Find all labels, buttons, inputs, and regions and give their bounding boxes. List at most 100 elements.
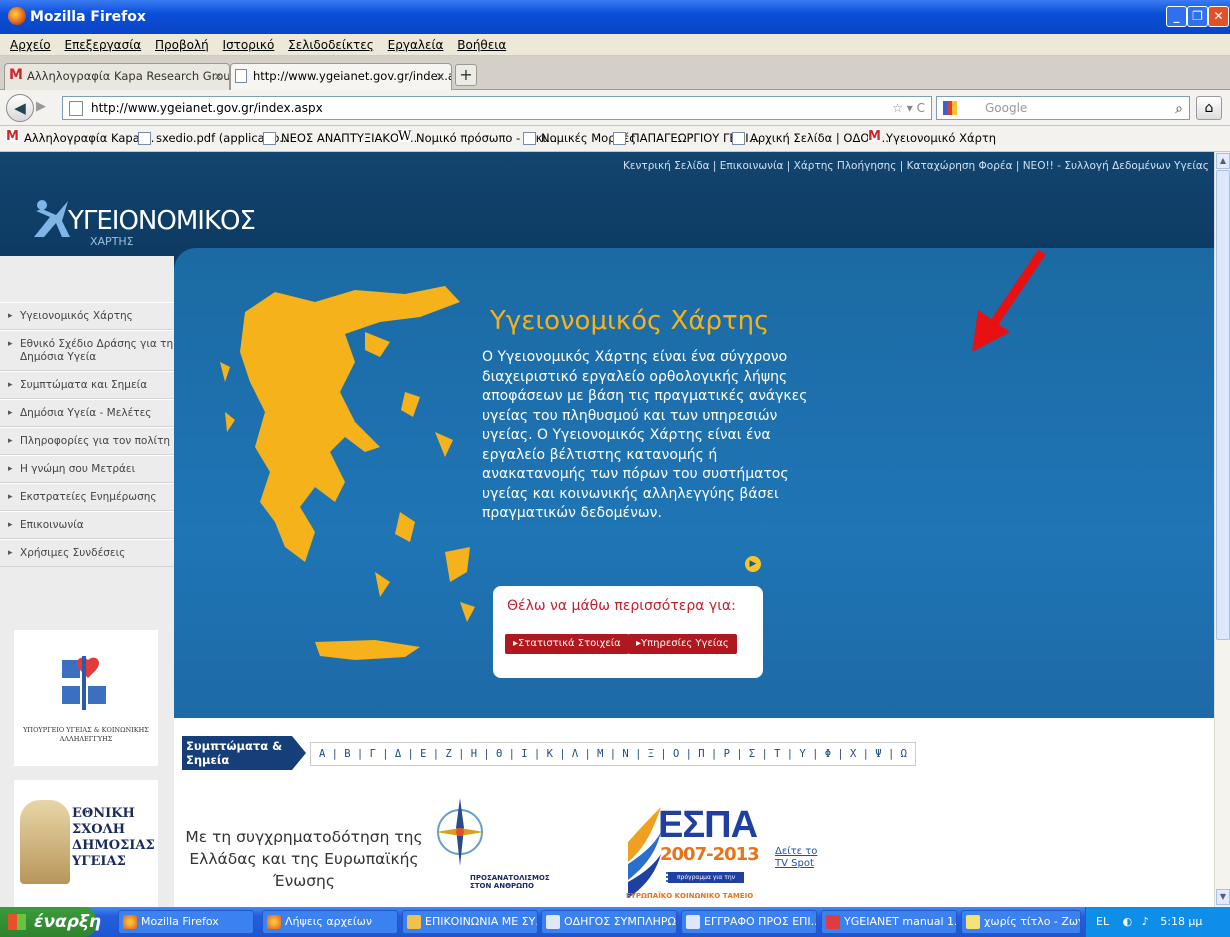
- firefox-icon: [8, 7, 26, 25]
- nav-item-opinion[interactable]: Η γνώμη σου Μετράει: [0, 455, 174, 483]
- clock: 5:18 μμ: [1160, 915, 1203, 928]
- page-icon: [69, 101, 83, 116]
- ministry-name: ΥΠΟΥΡΓΕΙΟ ΥΓΕΙΑΣ & ΚΟΙΝΩΝΙΚΗΣ ΑΛΛΗΛΕΓΓΥΗ…: [23, 726, 149, 743]
- menu-bookmarks[interactable]: Σελιδοδείκτες: [288, 38, 374, 52]
- taskbar-item[interactable]: χωρίς τίτλο - Ζωγρα...: [961, 910, 1081, 934]
- compass-logo-icon[interactable]: [430, 792, 490, 882]
- page-icon: [235, 69, 247, 83]
- page-icon: [523, 132, 536, 145]
- hero-title: Υγειονομικός Χάρτης: [490, 306, 770, 336]
- greece-map-icon[interactable]: [205, 272, 485, 692]
- nav-item-contact[interactable]: Επικοινωνία: [0, 511, 174, 539]
- top-links[interactable]: Κεντρική Σελίδα | Επικοινωνία | Χάρτης Π…: [623, 160, 1209, 172]
- scroll-up-icon[interactable]: ▲: [1216, 153, 1230, 169]
- alphabet-label: Συμπτώματα & Σημεία: [182, 736, 292, 770]
- url-bar[interactable]: http://www.ygeianet.gov.gr/index.aspx ☆ …: [62, 96, 932, 120]
- scroll-thumb[interactable]: [1216, 170, 1230, 640]
- learn-more-title: Θέλω να μάθω περισσότερα για:: [507, 598, 736, 614]
- bookmark-item[interactable]: Αρχική Σελίδα | ΟΔΟΝ...: [732, 131, 889, 145]
- nav-item-studies[interactable]: Δημόσια Υγεία - Μελέτες: [0, 399, 174, 427]
- tab-ygeianet[interactable]: http://www.ygeianet.gov.gr/index.aspx ×: [230, 63, 452, 90]
- espa-note: πρόγραμμα για την ανάπτυξη: [668, 872, 744, 892]
- school-logo[interactable]: ΕΘΝΙΚΗ ΣΧΟΛΗ ΔΗΜΟΣΙΑΣ ΥΓΕΙΑΣ: [14, 780, 158, 907]
- menu-edit[interactable]: Επεξεργασία: [64, 38, 141, 52]
- more-arrow-icon[interactable]: ▶: [745, 556, 761, 572]
- taskbar-item[interactable]: YGEIANET manual 1....: [821, 910, 957, 934]
- start-button[interactable]: έναρξη: [0, 907, 101, 937]
- taskbar-item[interactable]: ΕΠΙΚΟΙΝΩΝΙΑ ΜΕ ΣΥ...: [402, 910, 538, 934]
- site-logo[interactable]: ΥΓΕΙΟΝΟΜΙΚΟΣ: [68, 206, 256, 236]
- bookmark-item[interactable]: M Αλληλογραφία Kapa ...: [6, 129, 154, 145]
- nav-item-action-plan[interactable]: Εθνικό Σχέδιο Δράσης για τη Δημόσια Υγεί…: [0, 330, 174, 371]
- bookmark-item[interactable]: ΝΕΟΣ ΑΝΑΠΤΥΞΙΑΚΟΣ...: [263, 131, 417, 145]
- taskbar-item[interactable]: Mozilla Firefox: [118, 910, 254, 934]
- close-button[interactable]: ✕: [1208, 6, 1229, 27]
- gmail-icon: M: [868, 129, 881, 144]
- menu-view[interactable]: Προβολή: [155, 38, 209, 52]
- tab-bar: M Αλληλογραφία Kapa Research Group - lin…: [0, 56, 1230, 90]
- school-name: ΕΘΝΙΚΗ ΣΧΟΛΗ ΔΗΜΟΣΙΑΣ ΥΓΕΙΑΣ: [72, 806, 155, 869]
- taskbar-item[interactable]: Λήψεις αρχείων: [262, 910, 398, 934]
- menu-history[interactable]: Ιστορικό: [223, 38, 275, 52]
- menu-file[interactable]: Αρχείο: [10, 38, 51, 52]
- taskbar-item-label: Λήψεις αρχείων: [285, 915, 372, 928]
- taskbar-item-label: Mozilla Firefox: [141, 915, 219, 928]
- bookmark-item[interactable]: M Υγειονομικό Χάρτη: [868, 129, 996, 145]
- page-icon: [732, 132, 745, 145]
- search-icon[interactable]: ⌕: [1175, 98, 1183, 120]
- language-indicator[interactable]: EL: [1096, 915, 1109, 928]
- minimize-button[interactable]: _: [1166, 6, 1187, 27]
- statistics-button[interactable]: ▸Στατιστικά Στοιχεία: [505, 634, 629, 654]
- alphabet-arrow: [292, 736, 306, 770]
- taskbar-item-label: χωρίς τίτλο - Ζωγρα...: [984, 915, 1080, 928]
- bookmark-star-icon[interactable]: ☆ ▾ C: [892, 97, 925, 119]
- forward-button[interactable]: ▶: [36, 99, 46, 114]
- search-input[interactable]: Google ⌕: [936, 96, 1190, 120]
- tab-label: Αλληλογραφία Kapa Research Group - lin..…: [27, 69, 230, 83]
- health-services-button[interactable]: ▸Υπηρεσίες Υγείας: [628, 634, 737, 654]
- nav-item-map[interactable]: Υγειονομικός Χάρτης: [0, 302, 174, 330]
- menu-help[interactable]: Βοήθεια: [457, 38, 506, 52]
- gmail-icon: M: [9, 67, 23, 83]
- espa-title: ΕΣΠΑ: [658, 804, 758, 846]
- site-logo-icon: [34, 200, 70, 237]
- tab-label: http://www.ygeianet.gov.gr/index.aspx: [253, 69, 451, 83]
- start-label: έναρξη: [34, 912, 102, 932]
- volume-icon[interactable]: ♪: [1142, 915, 1149, 928]
- menu-bar: Αρχείο Επεξεργασία Προβολή Ιστορικό Σελι…: [0, 34, 1230, 56]
- vertical-scrollbar[interactable]: ▲ ▼: [1214, 152, 1230, 907]
- tab-close-icon[interactable]: ×: [435, 64, 445, 89]
- taskbar-item[interactable]: ΟΔΗΓΟΣ ΣΥΜΠΛΗΡΩ...: [541, 910, 677, 934]
- back-button[interactable]: ◀: [6, 94, 34, 122]
- maximize-button[interactable]: ❐: [1187, 6, 1208, 27]
- page-icon: [263, 132, 276, 145]
- compass-label: ΠΡΟΣΑΝΑΤΟΛΙΣΜΟΣ ΣΤΟΝ ΑΝΘΡΩΠΟ: [470, 874, 550, 890]
- statue-icon: [20, 800, 70, 884]
- search-placeholder: Google: [985, 101, 1028, 115]
- bookmark-label: ΝΕΟΣ ΑΝΑΠΤΥΞΙΑΚΟΣ...: [281, 131, 418, 145]
- firefox-icon: [123, 915, 137, 929]
- nav-item-citizen-info[interactable]: Πληροφορίες για τον πολίτη: [0, 427, 174, 455]
- network-icon[interactable]: ◐: [1123, 915, 1133, 928]
- home-button[interactable]: ⌂: [1196, 96, 1222, 120]
- alphabet-letters[interactable]: Α | Β | Γ | Δ | Ε | Ζ | Η | Θ | Ι | Κ | …: [310, 742, 916, 766]
- tab-close-icon[interactable]: ×: [213, 64, 223, 89]
- new-tab-button[interactable]: +: [455, 64, 477, 86]
- ministry-logo[interactable]: ΥΠΟΥΡΓΕΙΟ ΥΓΕΙΑΣ & ΚΟΙΝΩΝΙΚΗΣ ΑΛΛΗΛΕΓΓΥΗ…: [14, 630, 158, 766]
- taskbar-item[interactable]: ΕΓΓΡΑΦΟ ΠΡΟΣ ΕΠΙ...: [681, 910, 817, 934]
- tv-spot-link[interactable]: Δείτε το TV Spot: [775, 846, 825, 870]
- scroll-down-icon[interactable]: ▼: [1216, 889, 1230, 905]
- firefox-icon: [267, 915, 281, 929]
- nav-item-links[interactable]: Χρήσιμες Συνδέσεις: [0, 539, 174, 567]
- nav-item-symptoms[interactable]: Συμπτώματα και Σημεία: [0, 371, 174, 399]
- espa-footer: ΕΥΡΩΠΑΪΚΟ ΚΟΙΝΩΝΙΚΟ ΤΑΜΕΙΟ: [626, 892, 754, 900]
- windows-flag-icon: [8, 914, 26, 930]
- nav-item-campaigns[interactable]: Εκστρατείες Ενημέρωσης: [0, 483, 174, 511]
- title-bar: Mozilla Firefox _ ❐ ✕: [0, 0, 1230, 34]
- menu-tools[interactable]: Εργαλεία: [388, 38, 444, 52]
- red-arrow-icon: [972, 249, 1046, 352]
- tab-mail[interactable]: M Αλληλογραφία Kapa Research Group - lin…: [4, 63, 230, 90]
- pdf-icon: [826, 915, 840, 929]
- wikipedia-icon: W: [398, 129, 412, 144]
- taskbar-item-label: ΟΔΗΓΟΣ ΣΥΜΠΛΗΡΩ...: [564, 915, 677, 928]
